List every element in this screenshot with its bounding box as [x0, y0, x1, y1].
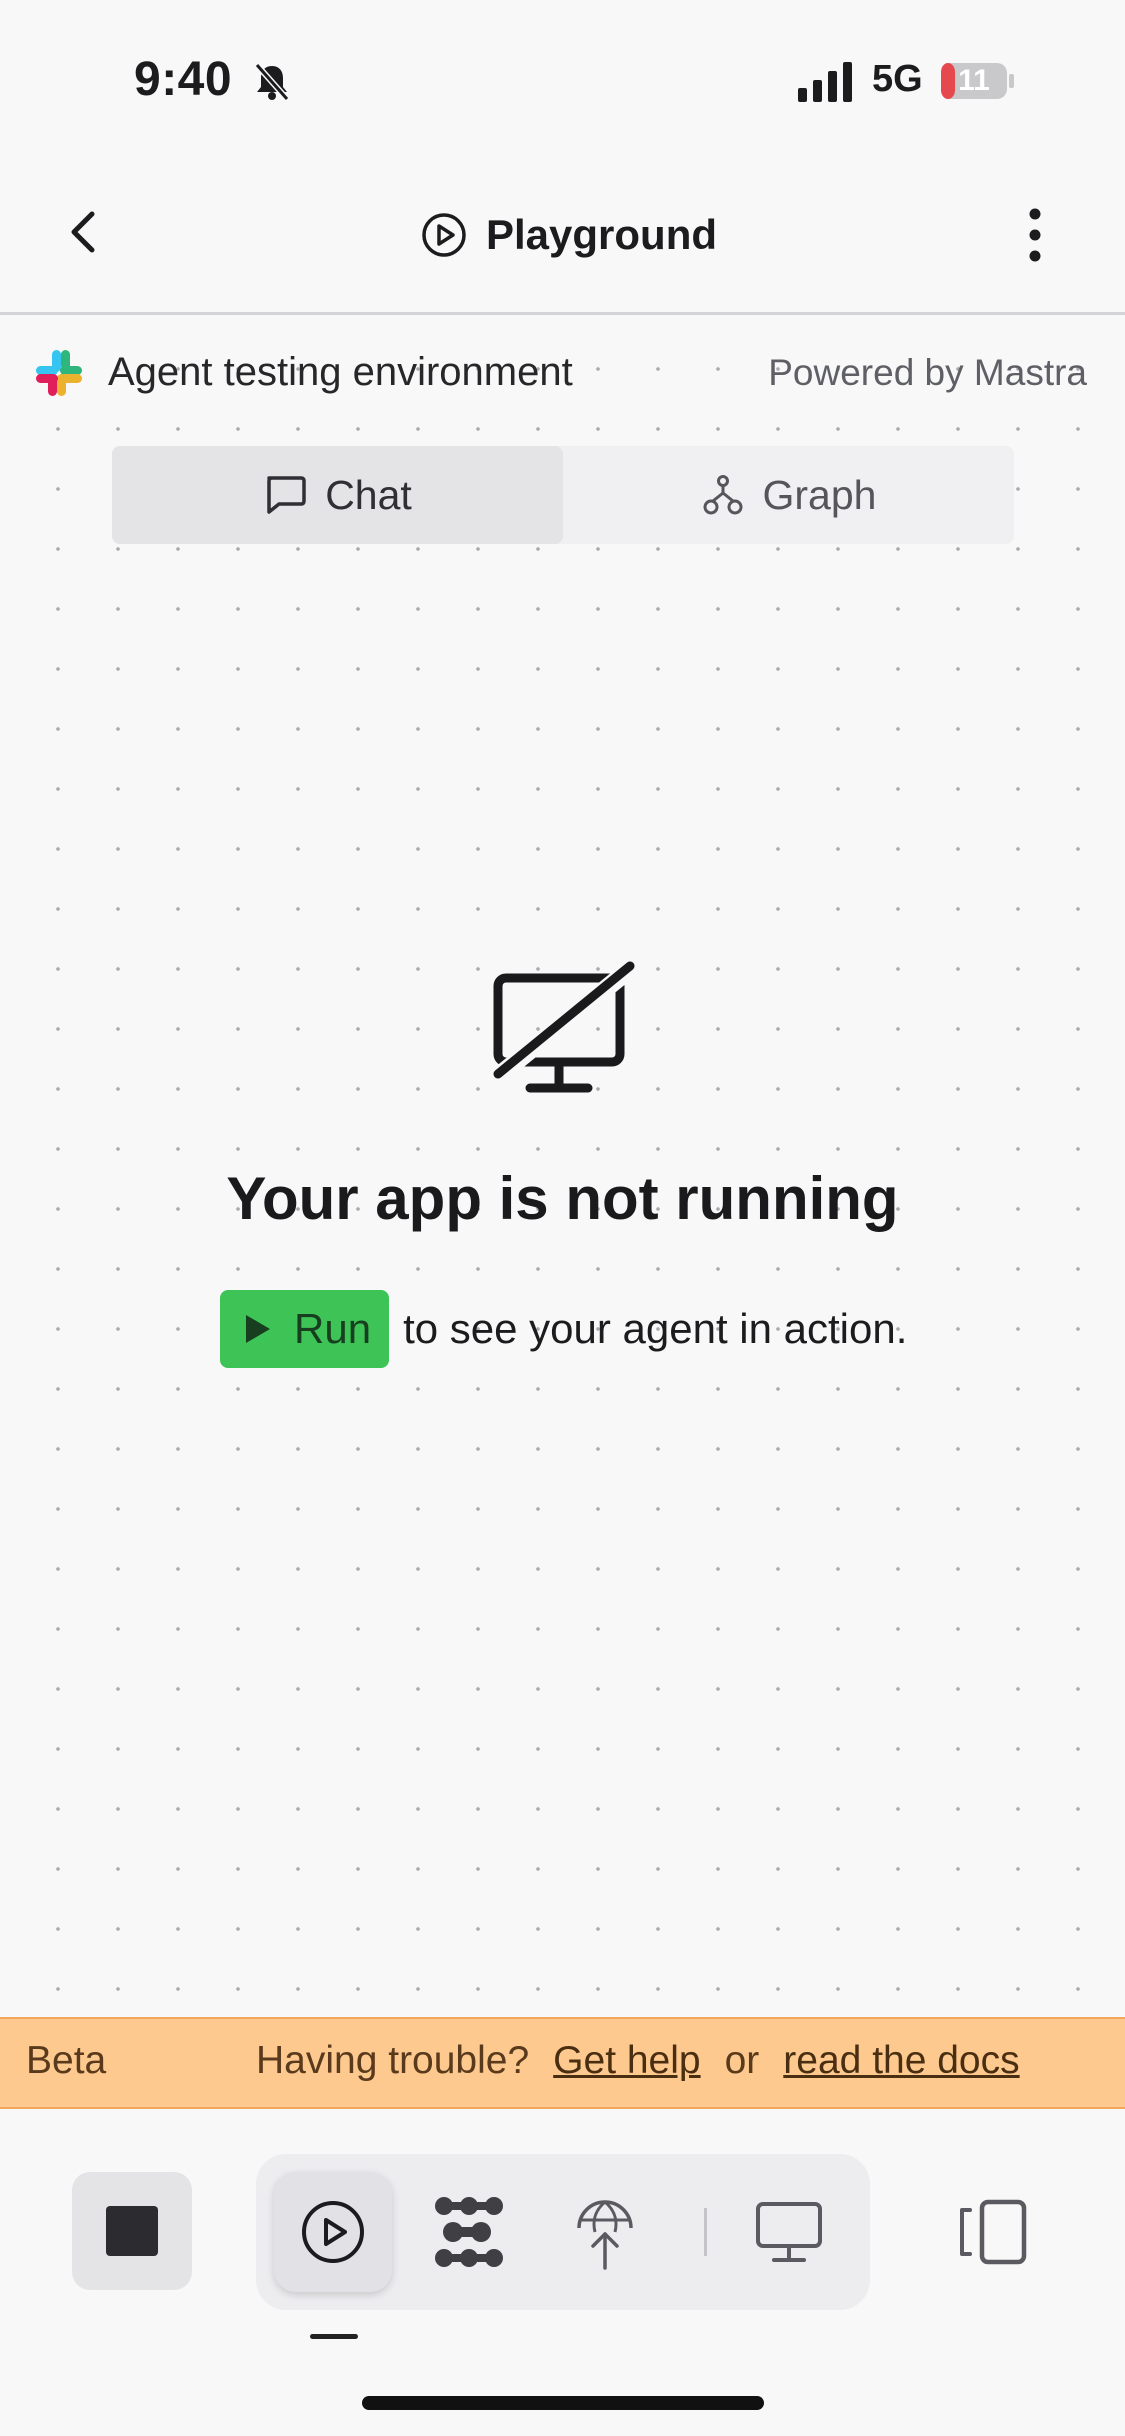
home-indicator: [362, 2396, 764, 2410]
view-tabs: Chat Graph: [112, 446, 1014, 544]
tab-graph[interactable]: Graph: [563, 446, 1014, 544]
silent-bell-icon: [254, 63, 290, 101]
page-title: Playground: [420, 205, 717, 265]
run-button-label: Run: [294, 1305, 372, 1352]
monitor-icon: [756, 2202, 822, 2262]
environment-title: Agent testing environment: [108, 350, 573, 394]
beta-label: Beta: [26, 2039, 107, 2082]
deploy-globe-icon: [577, 2200, 633, 2270]
beta-banner: Beta Having trouble? Get help or read th…: [0, 2017, 1125, 2109]
beta-message: Having trouble? Get help or read the doc…: [256, 2039, 1020, 2083]
tab-chat-label: Chat: [325, 471, 412, 518]
tab-graph-label: Graph: [762, 471, 877, 518]
empty-state-title: Your app is not running: [226, 1165, 899, 1232]
preview-tab-button[interactable]: [730, 2172, 848, 2292]
panel-icon[interactable]: [952, 2196, 1032, 2268]
powered-by-label: Powered by Mastra: [768, 352, 1087, 393]
stop-button[interactable]: [72, 2172, 192, 2290]
play-circle-icon: [302, 2201, 364, 2263]
back-button[interactable]: [54, 200, 118, 264]
bottom-dock: [256, 2154, 870, 2310]
play-circle-icon: [422, 213, 466, 257]
cell-signal-icon: [798, 62, 852, 102]
or-text: or: [724, 2039, 760, 2082]
deploy-tab-button[interactable]: [546, 2172, 664, 2292]
playground-tab-button[interactable]: [274, 2172, 392, 2292]
stop-icon: [106, 2206, 158, 2256]
slack-icon: [36, 350, 82, 396]
active-tab-indicator: [310, 2334, 358, 2339]
play-icon: [246, 1315, 270, 1343]
page-title-text: Playground: [486, 211, 718, 258]
trouble-text: Having trouble?: [256, 2039, 530, 2082]
graph-nodes-icon: [703, 475, 743, 515]
run-instruction-text: to see your agent in action.: [403, 1305, 908, 1352]
status-time: 9:40: [134, 53, 233, 106]
tab-chat[interactable]: Chat: [112, 446, 563, 544]
battery-icon: 11: [940, 62, 1014, 100]
chat-bubble-icon: [267, 476, 306, 514]
read-docs-link[interactable]: read the docs: [783, 2039, 1019, 2083]
cluster-icon: [435, 2197, 503, 2267]
monitor-off-icon: [490, 960, 638, 1093]
run-button[interactable]: Run: [220, 1290, 390, 1368]
cluster-tab-button[interactable]: [410, 2172, 528, 2292]
battery-level: 11: [958, 64, 990, 97]
dock-separator: [704, 2208, 707, 2256]
run-instruction: Run to see your agent in action.: [220, 1290, 907, 1368]
network-type: 5G: [872, 58, 923, 100]
more-options-icon[interactable]: [1010, 205, 1060, 265]
get-help-link[interactable]: Get help: [553, 2039, 700, 2083]
